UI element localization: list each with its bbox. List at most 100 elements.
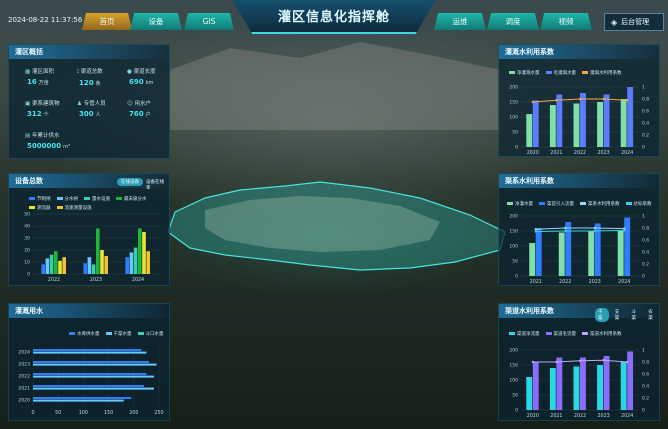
- bar: [529, 243, 536, 276]
- series-line: [535, 229, 625, 233]
- canal-toggle[interactable]: 支渠: [612, 308, 626, 322]
- bar: [33, 349, 142, 351]
- right-panel-2: 渠系水利用系数 净灌水量 渠首引入流量 渠系水利用系数 达标系数 0 50 100 150 2…: [498, 173, 660, 286]
- legend-label: 分水闸: [64, 197, 79, 202]
- y-tick-label: 0: [515, 145, 518, 151]
- x-tick-label: 50: [55, 410, 61, 416]
- canal-type-toggles: 干渠 支渠 斗渠 农渠: [595, 308, 659, 322]
- rp3-chart: 0 50 100 150 200 0 0.2 0.4 0.6 0.8 1 2020 2021 2022 20…: [509, 348, 649, 420]
- legend-swatch: [105, 332, 112, 335]
- nav-devices[interactable]: 设备: [130, 13, 182, 30]
- stat-label: 渠系建筑物: [31, 101, 60, 107]
- bar: [549, 368, 556, 410]
- x-tick-label: 2024: [621, 413, 633, 419]
- person-icon: ♟: [77, 101, 84, 107]
- nav-operations[interactable]: 运维: [434, 13, 486, 30]
- bar: [535, 228, 542, 276]
- nav-video[interactable]: 视频: [540, 13, 592, 30]
- bar: [33, 363, 157, 366]
- line-point: [531, 360, 534, 364]
- bar: [580, 93, 586, 147]
- legend-item: 灌溉水利用系数: [582, 70, 622, 76]
- overview-stat: ● 渠道长度 690 km: [127, 67, 156, 86]
- legend-swatch: [580, 202, 586, 205]
- legend-swatch: [625, 202, 632, 205]
- bar: [100, 250, 104, 274]
- line-point: [602, 359, 605, 362]
- toggle-online-rate[interactable]: 设备在线率: [142, 178, 169, 192]
- y-tick-label: 50: [512, 393, 518, 399]
- legend-swatch: [507, 202, 513, 205]
- bar: [33, 361, 149, 363]
- stat-value: 120: [79, 79, 94, 87]
- right-panel-3: 渠道水利用系数 干渠 支渠 斗渠 农渠 渠道净流量 渠道毛流量 渠道水利用系数 0 50 10…: [498, 303, 660, 421]
- x-tick-label: 2024: [621, 150, 633, 156]
- bar: [556, 94, 563, 147]
- bar: [573, 103, 580, 147]
- y-tick-label: 0: [515, 408, 518, 414]
- bar: [588, 231, 595, 276]
- legend-label: 量水设施: [92, 197, 110, 202]
- bar: [87, 257, 92, 274]
- mountain-range: [170, 42, 500, 130]
- right-panel-1-title: 灌溉水利用系数: [499, 45, 659, 59]
- legend-swatch: [56, 197, 63, 200]
- y-tick-label: 200: [509, 85, 518, 91]
- x-tick-label: 2020: [527, 150, 539, 156]
- page-title: 灌区信息化指挥舱: [277, 10, 390, 25]
- x-tick-label: 200: [129, 410, 138, 416]
- y-tick-label: 200: [509, 214, 518, 220]
- toggle-online-devices[interactable]: 在线设备: [117, 178, 143, 186]
- x-tick-label: 2022: [574, 150, 586, 156]
- bar: [603, 94, 610, 147]
- bar: [146, 251, 150, 274]
- bar: [142, 232, 146, 274]
- y-tick-label: 50: [512, 259, 518, 265]
- legend-swatch: [545, 71, 552, 74]
- x-tick-label: 2020: [527, 413, 539, 419]
- stat-label: 渠道总数: [80, 69, 103, 75]
- y-tick-label: 100: [509, 115, 518, 121]
- y2-tick-label: 0.8: [642, 360, 649, 366]
- bar: [33, 373, 147, 375]
- legend-label: 毛灌溉水量: [553, 71, 577, 76]
- legend-swatch: [509, 71, 515, 74]
- y-tick-label: 100: [509, 244, 518, 250]
- y2-tick-label: 0: [642, 145, 645, 151]
- y2-tick-label: 0.6: [642, 109, 649, 115]
- bar: [33, 375, 154, 378]
- bar: [532, 362, 539, 410]
- right-panel-1: 灌溉水利用系数 净灌溉水量 毛灌溉水量 灌溉水利用系数 0 50 100 150 200 0 0…: [498, 44, 660, 157]
- y2-tick-label: 0.4: [642, 384, 649, 390]
- legend-item: 节制闸: [29, 196, 51, 202]
- bar: [45, 258, 50, 274]
- line-point: [555, 360, 558, 364]
- y2-tick-label: 0.8: [642, 97, 649, 103]
- x-tick-label: 2022: [574, 413, 586, 419]
- stat-label: 灌区面积: [31, 69, 54, 75]
- rp1-chart: 0 50 100 150 200 0 0.2 0.4 0.6 0.8 1 2020 2021 2022 20…: [509, 85, 649, 157]
- bar: [620, 99, 627, 147]
- nav-home[interactable]: 首页: [82, 13, 132, 30]
- canal-toggle[interactable]: 农渠: [645, 308, 659, 322]
- nav-dispatch[interactable]: 调度: [487, 13, 539, 30]
- canal-toggle[interactable]: 干渠: [595, 308, 609, 322]
- canal-toggle[interactable]: 斗渠: [629, 308, 643, 322]
- y-tick-label: 10: [24, 260, 30, 266]
- bar: [133, 247, 138, 274]
- y-tick-label: 200: [509, 348, 518, 354]
- nav-gis[interactable]: GIS: [184, 13, 234, 30]
- x-tick-label: 2024: [618, 279, 630, 285]
- legend-swatch: [545, 332, 552, 335]
- overview-stat: ♟ 专管人员 300 人: [77, 99, 106, 118]
- stat-unit: 万亩: [38, 80, 49, 86]
- bar: [620, 362, 627, 410]
- y-tick-label: 150: [509, 363, 518, 369]
- bar: [96, 228, 100, 274]
- stat-value: 300: [79, 110, 94, 118]
- stat-unit: 个: [43, 112, 49, 118]
- admin-button[interactable]: ◈ 后台管理: [604, 13, 664, 31]
- line-point: [626, 360, 629, 364]
- legend-label: 净灌溉水量: [517, 71, 540, 76]
- stat-value: 760: [129, 110, 144, 118]
